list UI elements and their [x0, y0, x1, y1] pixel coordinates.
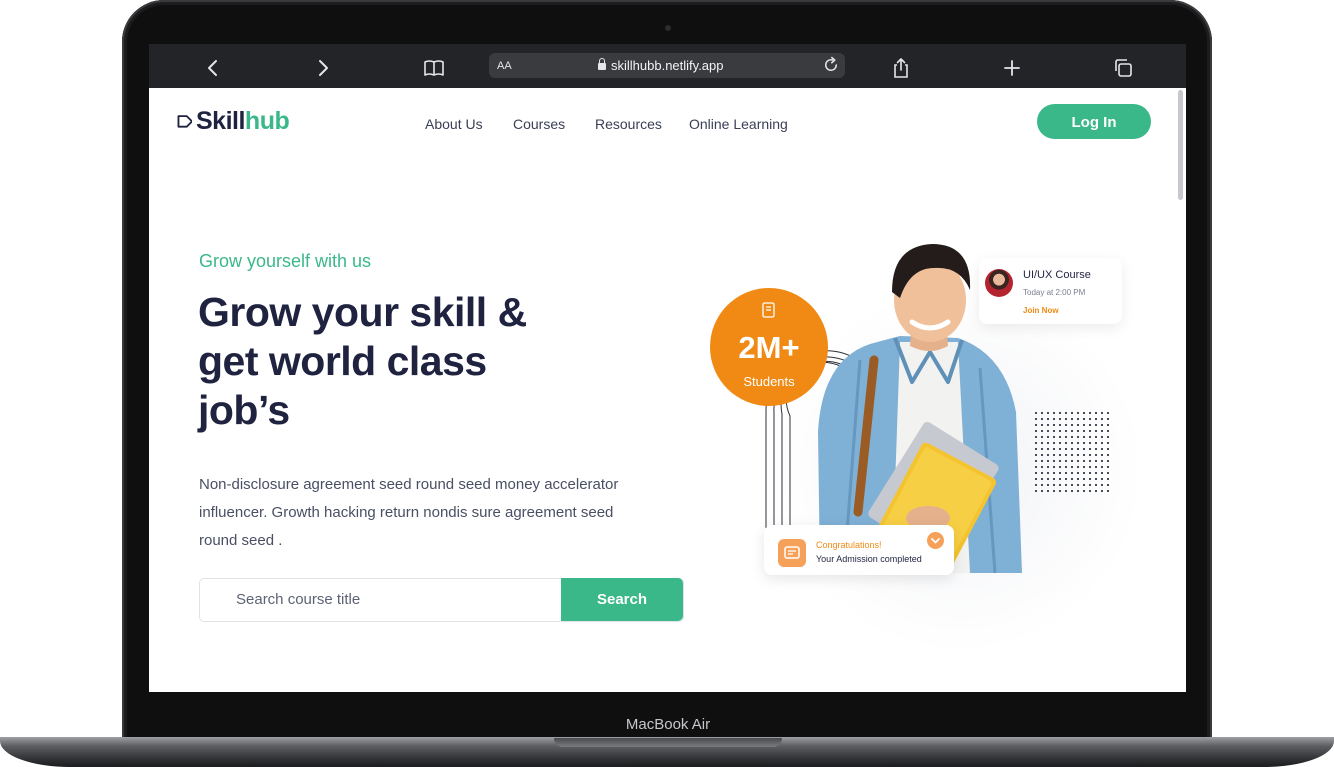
page-scrollbar[interactable]	[1178, 90, 1183, 200]
text-size-button[interactable]: AA	[497, 60, 512, 72]
nav-resources[interactable]: Resources	[595, 116, 662, 132]
course-time: Today at 2:00 PM	[1023, 288, 1086, 297]
notification-body: Your Admission completed	[816, 554, 922, 564]
nav-about-us[interactable]: About Us	[425, 116, 483, 132]
notification-title: Congratulations!	[816, 540, 882, 550]
headline-line: job’s	[198, 387, 290, 433]
join-now-link[interactable]: Join Now	[1023, 306, 1059, 315]
description-line: influencer. Growth hacking return nondis…	[199, 504, 614, 521]
logo-primary: Skill	[196, 107, 245, 135]
students-stat-badge: 2M+ Students	[710, 288, 828, 406]
description-line: Non-disclosure agreement seed round seed…	[199, 476, 619, 493]
avatar	[985, 269, 1013, 297]
certificate-icon	[762, 302, 775, 318]
headline-line: Grow your skill &	[198, 289, 527, 335]
course-title: UI/UX Course	[1023, 269, 1091, 281]
url-display[interactable]: skillhubb.netlify.app	[598, 58, 748, 73]
camera-icon	[665, 25, 671, 31]
reload-icon[interactable]	[822, 56, 842, 79]
share-icon[interactable]	[889, 56, 913, 80]
nav-online-learning[interactable]: Online Learning	[689, 116, 788, 132]
course-search-input[interactable]	[236, 588, 536, 610]
nav-courses[interactable]: Courses	[513, 116, 565, 132]
site-logo[interactable]: Skillhub	[172, 107, 290, 137]
hero-description: Non-disclosure agreement seed round seed…	[199, 471, 669, 555]
book-icon[interactable]	[422, 56, 446, 80]
new-tab-icon[interactable]	[1000, 56, 1024, 80]
login-button[interactable]: Log In	[1037, 104, 1151, 139]
hero-eyebrow: Grow yourself with us	[199, 251, 372, 271]
logo-accent: hub	[244, 107, 290, 135]
url-text: skillhubb.netlify.app	[611, 58, 724, 73]
tag-icon	[177, 115, 192, 129]
search-button[interactable]: Search	[561, 578, 683, 621]
message-icon	[778, 539, 806, 567]
tabs-icon[interactable]	[1111, 56, 1135, 80]
device-model-label: MacBook Air	[625, 716, 711, 733]
headline-line: get world class	[198, 338, 487, 384]
laptop-notch	[554, 738, 782, 747]
stat-label: Students	[743, 374, 795, 389]
dot-grid-decoration	[1033, 410, 1113, 496]
description-line: round seed .	[199, 532, 283, 549]
back-icon[interactable]	[201, 56, 225, 80]
stat-value: 2M+	[738, 330, 800, 365]
forward-icon[interactable]	[311, 56, 335, 80]
hero-headline: Grow your skill & get world class job’s	[198, 288, 578, 435]
chevron-down-icon[interactable]	[927, 532, 944, 549]
lock-icon	[598, 58, 606, 70]
